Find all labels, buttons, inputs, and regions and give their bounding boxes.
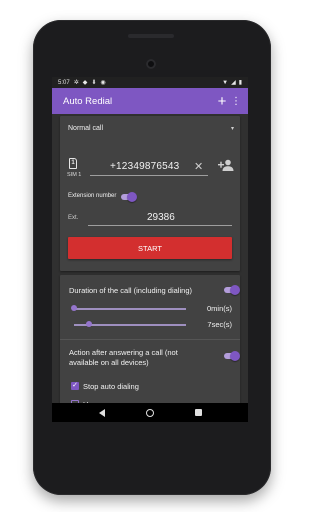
download-icon: ⬇ (91, 79, 97, 86)
after-answer-toggle[interactable] (224, 351, 240, 361)
toggle-knob (127, 192, 137, 202)
android-icon: ◉ (100, 79, 106, 86)
extension-label: Extension number (68, 193, 117, 199)
earpiece (128, 34, 174, 38)
stop-auto-dialing-label: Stop auto dialing (83, 382, 139, 391)
call-settings-card: Normal call ▾ 1 SIM 1 +12349876543 ✕ Ext… (60, 116, 240, 271)
seconds-slider-thumb[interactable] (85, 321, 92, 327)
duration-toggle[interactable] (224, 285, 240, 295)
battery-icon: ▮ (238, 79, 242, 86)
extension-underline (88, 225, 232, 226)
status-bar: 5:07 ✲ ◆ ⬇ ◉ ▼ ◢ ▮ (52, 77, 248, 88)
front-camera (146, 59, 156, 69)
add-contact-icon[interactable] (218, 159, 234, 171)
stop-auto-dialing-checkbox[interactable]: ✓ (71, 382, 79, 390)
toggle-knob (230, 351, 240, 361)
seconds-value: 7sec(s) (207, 320, 232, 329)
after-answer-label: Action after answering a call (not avail… (69, 348, 178, 367)
home-icon[interactable] (145, 408, 154, 417)
extension-toggle[interactable] (121, 192, 137, 202)
options-card: Duration of the call (including dialing)… (60, 275, 240, 422)
sim-card-icon[interactable]: 1 (69, 158, 77, 169)
app-bar: Auto Redial + ⋮ (52, 88, 248, 114)
phone-underline (90, 175, 208, 176)
shield-icon: ◆ (82, 79, 88, 86)
settings-icon: ✲ (73, 79, 79, 86)
clear-icon[interactable]: ✕ (194, 160, 203, 173)
toggle-knob (230, 285, 240, 295)
divider (60, 339, 240, 340)
call-type-dropdown[interactable]: Normal call (68, 125, 103, 132)
extension-input[interactable]: 29386 (147, 212, 175, 223)
signal-icon: ◢ (231, 79, 236, 86)
start-button[interactable]: START (68, 237, 232, 259)
sim-label: SIM 1 (67, 172, 82, 178)
app-title: Auto Redial (63, 95, 113, 107)
minutes-slider-track[interactable] (74, 308, 186, 310)
minutes-slider-thumb[interactable] (71, 305, 77, 311)
clock: 5:07 (58, 79, 70, 86)
duration-label: Duration of the call (including dialing) (69, 286, 192, 295)
phone-number-input[interactable]: +12349876543 (110, 161, 179, 172)
dropdown-arrow-icon[interactable]: ▾ (231, 125, 234, 132)
ext-field-label: Ext. (68, 215, 79, 221)
overflow-menu-icon[interactable]: ⋮ (230, 96, 242, 107)
back-icon[interactable] (98, 408, 105, 417)
navigation-bar (52, 403, 248, 422)
wifi-icon: ▼ (222, 79, 229, 86)
app-screen: 5:07 ✲ ◆ ⬇ ◉ ▼ ◢ ▮ Auto Redial + ⋮ Norma… (52, 77, 248, 422)
recent-apps-icon[interactable] (194, 409, 202, 416)
add-icon[interactable]: + (214, 94, 230, 109)
minutes-value: 0min(s) (206, 304, 232, 313)
